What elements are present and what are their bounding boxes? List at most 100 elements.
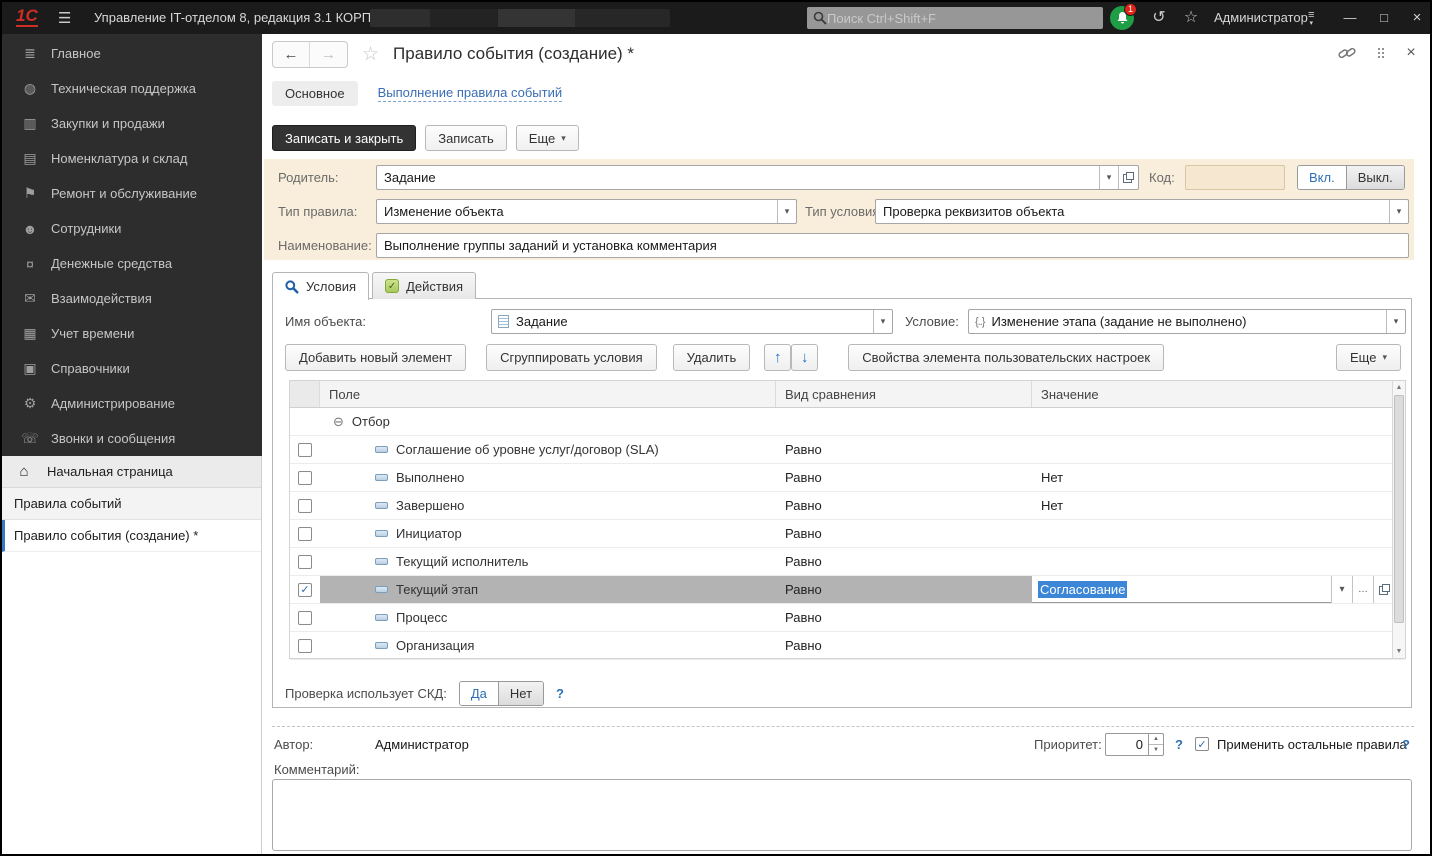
skd-yes-button[interactable]: Да xyxy=(460,682,498,705)
header-comparison[interactable]: Вид сравнения xyxy=(776,381,1032,407)
add-element-button[interactable]: Добавить новый элемент xyxy=(285,344,466,371)
sidebar-item-Денежные средства[interactable]: ¤Денежные средства xyxy=(2,246,262,281)
close-window-button[interactable]: × xyxy=(1407,2,1427,34)
sidebar-item-Ремонт и обслуживание[interactable]: ⚑Ремонт и обслуживание xyxy=(2,176,262,211)
sidebar-item-Справочники[interactable]: ▣Справочники xyxy=(2,351,262,386)
sidebar-item-Взаимодействия[interactable]: ✉Взаимодействия xyxy=(2,281,262,316)
object-name-select[interactable]: Задание ▾ xyxy=(491,309,893,334)
toggle-off-button[interactable]: Выкл. xyxy=(1346,166,1404,189)
more-menu-button[interactable] xyxy=(1372,44,1390,62)
skd-no-button[interactable]: Нет xyxy=(498,682,543,705)
get-link-button[interactable] xyxy=(1338,44,1356,62)
back-button[interactable]: ← xyxy=(273,42,310,67)
group-row[interactable]: ⊖Отбор xyxy=(290,408,1405,436)
toggle-on-button[interactable]: Вкл. xyxy=(1298,166,1346,189)
sidebar-item-Закупки и продажи[interactable]: ▥Закупки и продажи xyxy=(2,106,262,141)
table-scrollbar[interactable]: ▲ ▼ xyxy=(1392,381,1405,658)
table-row[interactable]: ИнициаторРавно xyxy=(290,520,1405,548)
priority-help-link[interactable]: ? xyxy=(1175,732,1183,757)
save-button[interactable]: Записать xyxy=(425,125,507,151)
chevron-down-icon[interactable]: ▾ xyxy=(1099,166,1118,189)
current-user[interactable]: Администратор xyxy=(1214,2,1308,34)
sidebar-nav-item[interactable]: ⌂Начальная страница xyxy=(2,456,261,488)
chevron-down-icon[interactable]: ▾ xyxy=(777,200,796,223)
favorites-star-icon[interactable]: ☆ xyxy=(1180,2,1202,34)
comment-field[interactable] xyxy=(272,779,1412,851)
collapse-icon[interactable]: ⊖ xyxy=(333,414,344,430)
table-more-button[interactable]: Еще▾ xyxy=(1336,344,1401,371)
row-checkbox[interactable] xyxy=(298,471,312,485)
rule-type-select[interactable]: Изменение объекта ▾ xyxy=(376,199,797,224)
row-checkbox[interactable] xyxy=(298,527,312,541)
sidebar-nav-item[interactable]: Правило события (создание) * xyxy=(2,520,261,552)
global-search[interactable] xyxy=(807,7,1103,29)
table-row[interactable]: Текущий исполнительРавно xyxy=(290,548,1405,576)
chevron-down-icon[interactable]: ▾ xyxy=(1389,200,1408,223)
tab-actions[interactable]: ✓ Действия xyxy=(372,272,476,299)
table-row[interactable]: ЗавершеноРавноНет xyxy=(290,492,1405,520)
move-up-button[interactable]: ↑ xyxy=(764,344,791,371)
skd-help-link[interactable]: ? xyxy=(556,686,564,701)
table-row[interactable]: ВыполненоРавноНет xyxy=(290,464,1405,492)
sidebar-item-label: Взаимодействия xyxy=(51,291,152,306)
header-field[interactable]: Поле xyxy=(320,381,776,407)
row-checkbox[interactable] xyxy=(298,443,312,457)
chevron-down-icon[interactable]: ▾ xyxy=(1386,310,1405,333)
sidebar-item-Главное[interactable]: ≣Главное xyxy=(2,36,262,71)
value-ellipsis-button[interactable]: … xyxy=(1352,576,1373,603)
value-editor[interactable]: Согласование xyxy=(1032,576,1331,603)
scrollbar-thumb[interactable] xyxy=(1394,395,1404,623)
value-dropdown-button[interactable]: ▾ xyxy=(1331,576,1352,603)
value-open-button[interactable] xyxy=(1373,576,1394,603)
group-conditions-button[interactable]: Сгруппировать условия xyxy=(486,344,657,371)
tab-conditions[interactable]: Условия xyxy=(272,272,369,300)
apply-other-rules-checkbox[interactable]: ✓ xyxy=(1195,737,1209,751)
scroll-down-icon[interactable]: ▼ xyxy=(1393,648,1405,655)
link-rule-execution[interactable]: Выполнение правила событий xyxy=(378,85,563,102)
apply-help-link[interactable]: ? xyxy=(1402,732,1410,757)
sidebar-item-Номенклатура и склад[interactable]: ▤Номенклатура и склад xyxy=(2,141,262,176)
parent-field[interactable]: Задание ▾ xyxy=(376,165,1139,190)
user-settings-properties-button[interactable]: Свойства элемента пользовательских настр… xyxy=(848,344,1164,371)
save-and-close-button[interactable]: Записать и закрыть xyxy=(272,125,416,151)
minimize-button[interactable]: — xyxy=(1340,2,1360,34)
scroll-up-icon[interactable]: ▲ xyxy=(1393,384,1405,391)
service-menu-icon[interactable]: ≡ ▾ xyxy=(1308,10,1314,27)
row-checkbox[interactable] xyxy=(298,639,312,653)
history-icon[interactable]: ↺ xyxy=(1148,2,1170,34)
table-row[interactable]: Соглашение об уровне услуг/договор (SLA)… xyxy=(290,436,1405,464)
priority-input[interactable] xyxy=(1106,734,1148,755)
table-row[interactable]: ✓Текущий этапРавноСогласование▾… xyxy=(290,576,1405,604)
favorite-star-icon[interactable]: ☆ xyxy=(362,43,379,66)
tab-main[interactable]: Основное xyxy=(272,81,358,106)
table-row[interactable]: ПроцессРавно xyxy=(290,604,1405,632)
search-input[interactable] xyxy=(827,11,1097,26)
row-checkbox[interactable] xyxy=(298,611,312,625)
header-value[interactable]: Значение xyxy=(1032,381,1394,407)
maximize-button[interactable]: □ xyxy=(1374,2,1394,34)
row-checkbox[interactable] xyxy=(298,555,312,569)
open-parent-button[interactable] xyxy=(1118,166,1138,189)
condition-type-select[interactable]: Проверка реквизитов объекта ▾ xyxy=(875,199,1409,224)
more-button[interactable]: Еще▾ xyxy=(516,125,579,151)
sidebar-item-Учет времени[interactable]: ▦Учет времени xyxy=(2,316,262,351)
truck-icon: ▥ xyxy=(20,115,40,132)
delete-button[interactable]: Удалить xyxy=(673,344,751,371)
condition-select[interactable]: {..} Изменение этапа (задание не выполне… xyxy=(968,309,1406,334)
table-row[interactable]: ОрганизацияРавно xyxy=(290,632,1405,660)
chevron-down-icon[interactable]: ▾ xyxy=(873,310,892,333)
sidebar-item-Техническая поддержка[interactable]: ◍Техническая поддержка xyxy=(2,71,262,106)
main-menu-icon[interactable]: ☰ xyxy=(58,9,71,27)
spin-down-icon[interactable]: ▼ xyxy=(1149,745,1163,755)
row-checkbox[interactable]: ✓ xyxy=(298,583,312,597)
spin-up-icon[interactable]: ▲ xyxy=(1149,734,1163,745)
sidebar-item-Администрирование[interactable]: ⚙Администрирование xyxy=(2,386,262,421)
close-form-button[interactable]: × xyxy=(1402,44,1420,62)
sidebar-item-Сотрудники[interactable]: ☻Сотрудники xyxy=(2,211,262,246)
name-field[interactable] xyxy=(376,233,1409,258)
move-down-button[interactable]: ↓ xyxy=(791,344,818,371)
sidebar-item-Звонки и сообщения[interactable]: ☏Звонки и сообщения xyxy=(2,421,262,456)
row-checkbox[interactable] xyxy=(298,499,312,513)
sidebar-nav-item[interactable]: Правила событий xyxy=(2,488,261,520)
forward-button[interactable]: → xyxy=(310,42,347,67)
